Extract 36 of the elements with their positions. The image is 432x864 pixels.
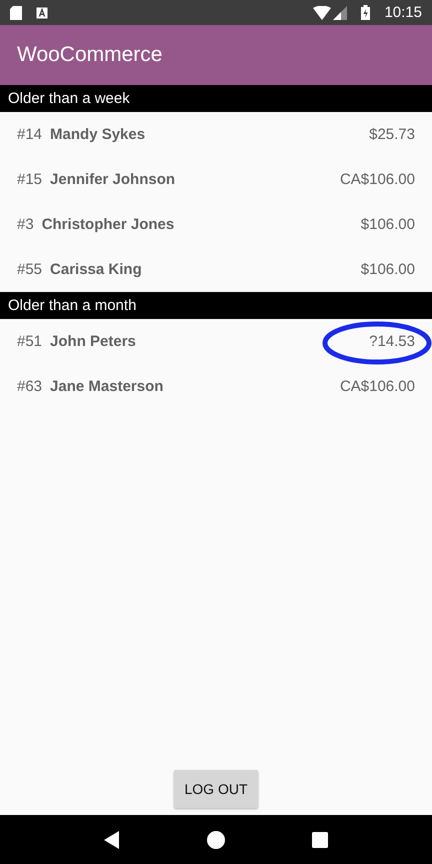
order-row[interactable]: #14 Mandy Sykes $25.73: [0, 112, 432, 157]
app-title: WooCommerce: [17, 43, 162, 67]
order-total: $106.00: [360, 261, 415, 278]
order-row[interactable]: #15 Jennifer Johnson CA$106.00: [0, 157, 432, 202]
order-total: CA$106.00: [340, 378, 415, 395]
order-number: #15: [17, 171, 42, 188]
status-time: 10:15: [384, 4, 422, 21]
signal-icon: [333, 6, 348, 20]
keyboard-icon: [36, 6, 48, 18]
customer-name: Jane Masterson: [50, 378, 164, 395]
order-number: #14: [17, 126, 42, 143]
customer-name: Carissa King: [50, 261, 143, 278]
logout-button[interactable]: LOG OUT: [174, 770, 258, 808]
back-icon[interactable]: [104, 830, 120, 848]
order-total: CA$106.00: [340, 171, 415, 188]
order-number: #63: [17, 378, 42, 395]
order-row[interactable]: #51 John Peters ?14.53: [0, 319, 432, 364]
customer-name: Mandy Sykes: [50, 126, 146, 143]
customer-name: John Peters: [50, 333, 137, 350]
section-header: Older than a month: [0, 292, 432, 319]
order-number: #55: [17, 261, 42, 278]
recents-icon[interactable]: [312, 832, 328, 848]
sd-card-icon: [10, 6, 22, 20]
battery-icon: [361, 5, 370, 20]
order-row[interactable]: #3 Christopher Jones $106.00: [0, 202, 432, 247]
order-row[interactable]: #63 Jane Masterson CA$106.00: [0, 364, 432, 409]
order-total: ?14.53: [369, 333, 415, 350]
customer-name: Jennifer Johnson: [50, 171, 176, 188]
order-total: $106.00: [360, 216, 415, 233]
section-header: Older than a week: [0, 85, 432, 112]
order-number: #51: [17, 333, 42, 350]
home-icon[interactable]: [206, 830, 225, 848]
customer-name: Christopher Jones: [42, 216, 176, 233]
order-total: $25.73: [369, 126, 415, 143]
order-row[interactable]: #55 Carissa King $106.00: [0, 247, 432, 292]
order-number: #3: [17, 216, 34, 233]
